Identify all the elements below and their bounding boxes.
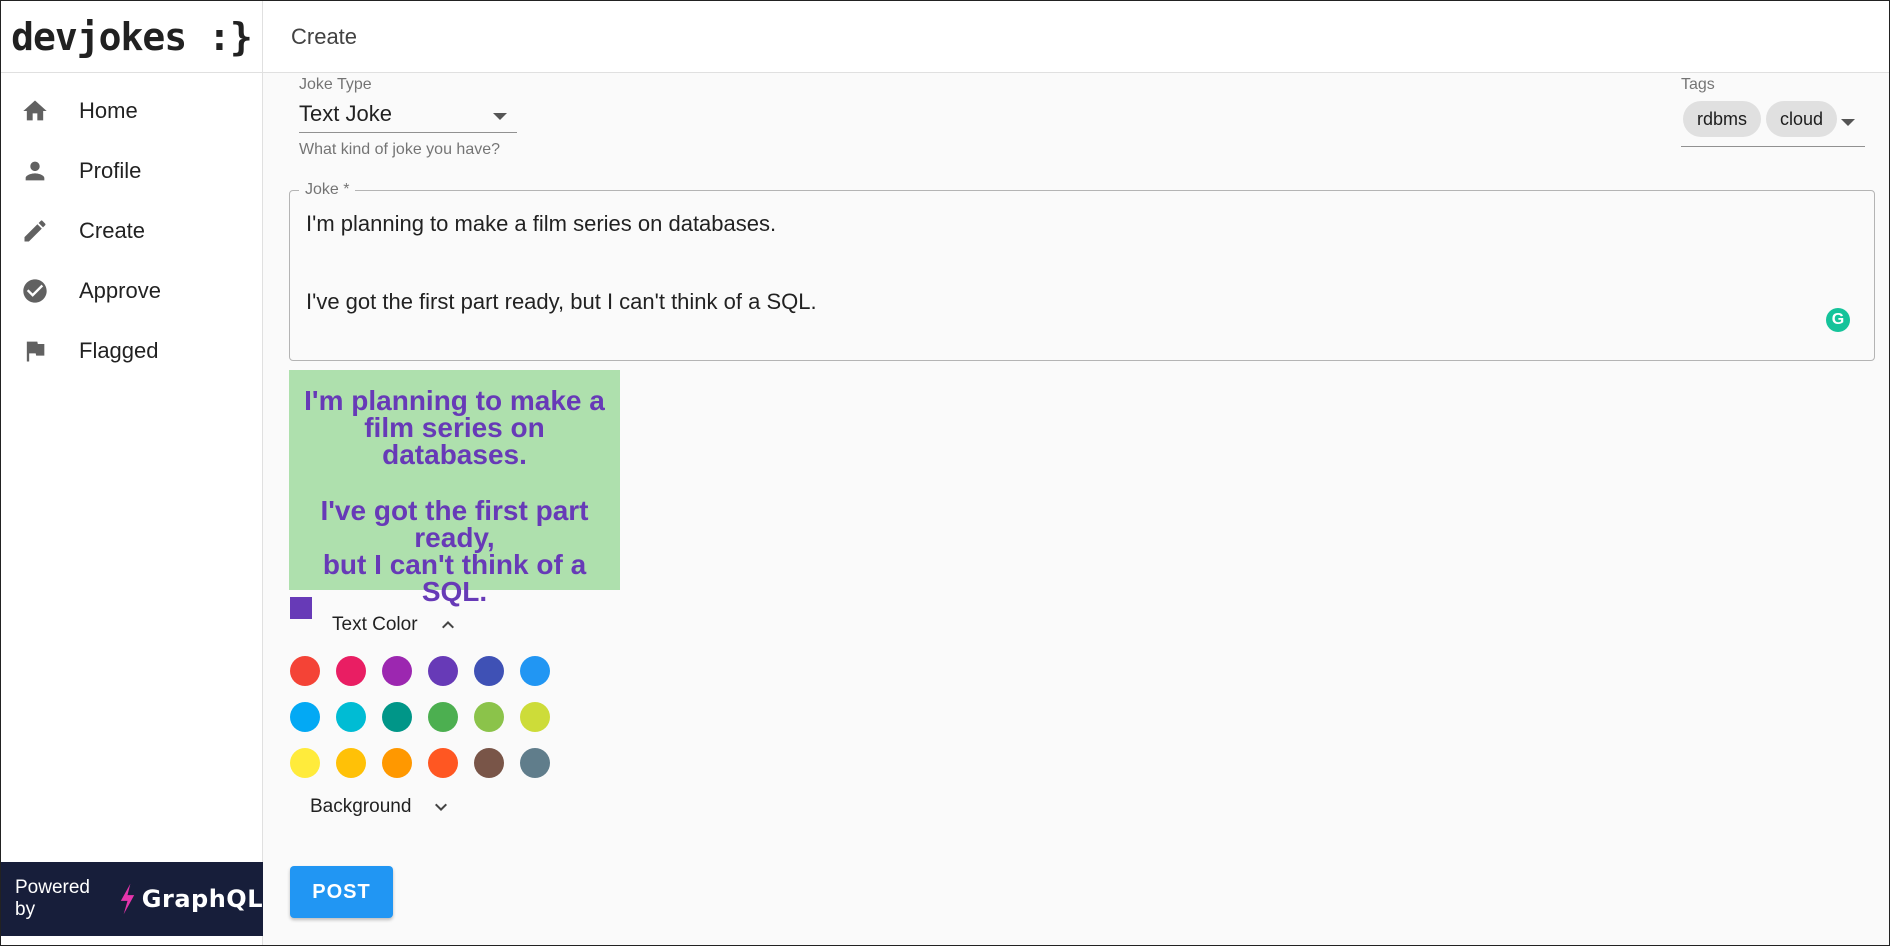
- color-swatch[interactable]: [428, 656, 458, 686]
- background-toggle[interactable]: Background: [310, 795, 453, 819]
- top-bar: Create: [263, 1, 1889, 73]
- sidebar-item-approve[interactable]: Approve: [1, 261, 262, 321]
- page-title: Create: [291, 23, 358, 49]
- sidebar-item-label: Flagged: [79, 338, 159, 363]
- joke-type-value: Text Joke: [299, 100, 392, 126]
- color-swatch[interactable]: [382, 748, 412, 778]
- joke-type-helper: What kind of joke you have?: [299, 141, 501, 158]
- sidebar-item-label: Home: [79, 98, 138, 123]
- preview-text: I've got the first part ready,: [320, 495, 589, 553]
- grammarly-icon[interactable]: G: [1826, 308, 1850, 332]
- sidebar-item-home[interactable]: Home: [1, 81, 262, 141]
- color-swatch[interactable]: [474, 748, 504, 778]
- powered-by-text: Powered by: [15, 877, 90, 920]
- tags-label: Tags: [1681, 76, 1715, 93]
- color-swatch[interactable]: [520, 656, 550, 686]
- home-icon: [21, 97, 49, 125]
- color-swatch[interactable]: [336, 748, 366, 778]
- flag-icon: [21, 337, 49, 365]
- sidebar-nav: Home Profile Create Approve Flagged: [1, 73, 262, 381]
- color-swatch[interactable]: [474, 702, 504, 732]
- sidebar-item-label: Create: [79, 218, 146, 243]
- text-color-label: Text Color: [332, 614, 418, 635]
- app-logo[interactable]: devjokes :}: [1, 1, 262, 73]
- joke-text-line-1: I'm planning to make a film series on da…: [306, 211, 777, 236]
- sidebar-item-label: Profile: [79, 158, 142, 183]
- preview-text: but I can't think of a SQL.: [322, 549, 587, 607]
- color-swatch[interactable]: [382, 656, 412, 686]
- preview-text: I'm planning to make a: [304, 385, 605, 416]
- color-swatch[interactable]: [336, 702, 366, 732]
- tag-chip-rdbms[interactable]: rdbms: [1683, 101, 1762, 137]
- joke-text-line-2: I've got the first part ready, but I can…: [306, 289, 817, 314]
- color-swatch[interactable]: [428, 702, 458, 732]
- graphql-logo-icon: [120, 883, 134, 915]
- color-swatch[interactable]: [290, 656, 320, 686]
- text-color-toggle[interactable]: Text Color: [332, 613, 460, 637]
- chevron-down-icon: [435, 803, 448, 811]
- joke-preview: I'm planning to make a film series on da…: [289, 370, 620, 606]
- dropdown-arrow-icon: [493, 113, 507, 120]
- color-swatch[interactable]: [290, 702, 320, 732]
- joke-type-label: Joke Type: [299, 76, 372, 93]
- graphql-brand: GraphQL: [141, 885, 263, 913]
- joke-label: Joke *: [299, 181, 356, 199]
- color-swatch[interactable]: [474, 656, 504, 686]
- tag-chip-cloud[interactable]: cloud: [1766, 101, 1838, 137]
- tags-select[interactable]: rdbms cloud: [1681, 97, 1865, 147]
- color-swatch[interactable]: [520, 748, 550, 778]
- sidebar: devjokes :} Home Profile Create Approve …: [1, 1, 263, 945]
- post-button[interactable]: POST: [290, 866, 393, 918]
- sidebar-item-flagged[interactable]: Flagged: [1, 321, 262, 381]
- app-window: devjokes :} Home Profile Create Approve …: [0, 0, 1890, 946]
- dropdown-arrow-icon: [1841, 119, 1855, 126]
- preview-paragraph-2: I've got the first part ready, but I can…: [289, 495, 620, 607]
- color-swatch[interactable]: [336, 656, 366, 686]
- sidebar-item-profile[interactable]: Profile: [1, 141, 262, 201]
- person-icon: [21, 157, 49, 185]
- selected-text-color-swatch[interactable]: [290, 597, 312, 619]
- powered-by-graphql[interactable]: Powered by GraphQL: [1, 862, 263, 936]
- sidebar-item-label: Approve: [79, 278, 161, 303]
- joke-type-select[interactable]: Text Joke: [299, 95, 517, 133]
- color-swatch[interactable]: [520, 702, 550, 732]
- check-circle-icon: [21, 277, 49, 305]
- color-swatch[interactable]: [428, 748, 458, 778]
- background-label: Background: [310, 796, 412, 817]
- color-swatch[interactable]: [290, 748, 320, 778]
- preview-paragraph-1: I'm planning to make a film series on da…: [289, 385, 620, 470]
- chevron-up-icon: [441, 621, 454, 629]
- color-swatch[interactable]: [382, 702, 412, 732]
- pencil-icon: [21, 217, 49, 245]
- preview-text: film series on databases.: [364, 412, 545, 470]
- sidebar-item-create[interactable]: Create: [1, 201, 262, 261]
